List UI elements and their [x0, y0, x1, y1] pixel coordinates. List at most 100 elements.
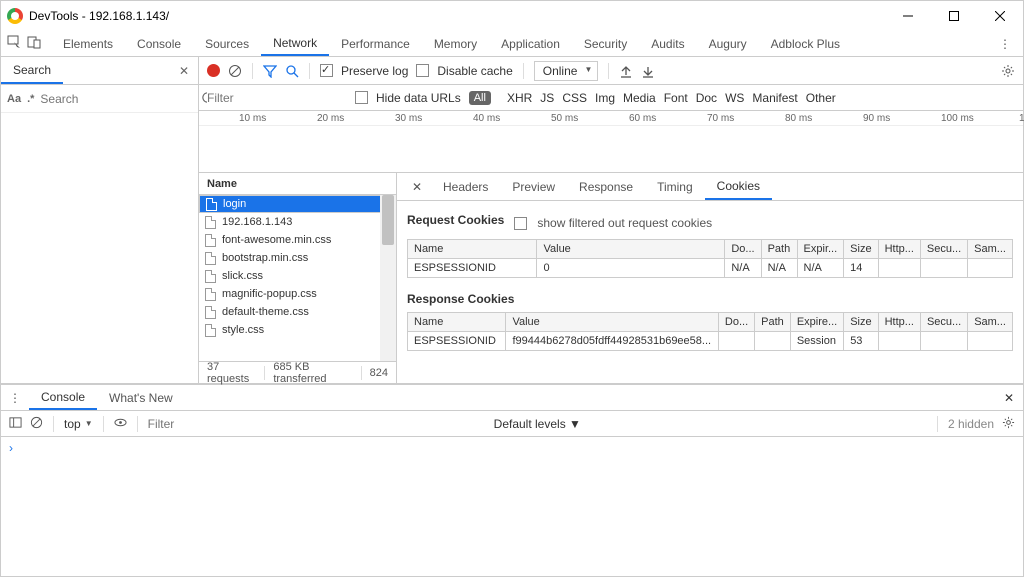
request-list-header[interactable]: Name — [199, 173, 396, 195]
minimize-button[interactable] — [885, 1, 931, 31]
table-header: Http... — [878, 240, 920, 259]
tab-network[interactable]: Network — [261, 31, 329, 56]
table-cell — [878, 259, 920, 278]
search-sidebar: Search ✕ Aa .* — [1, 57, 199, 383]
tab-memory[interactable]: Memory — [422, 31, 489, 56]
tab-adblock-plus[interactable]: Adblock Plus — [759, 31, 852, 56]
filter-type-font[interactable]: Font — [664, 91, 688, 105]
detail-tab-cookies[interactable]: Cookies — [705, 173, 772, 200]
hide-data-urls-checkbox[interactable] — [355, 91, 368, 104]
close-button[interactable] — [977, 1, 1023, 31]
table-header: Secu... — [920, 313, 967, 332]
inspect-icon[interactable] — [7, 35, 21, 52]
upload-har-icon[interactable] — [619, 64, 633, 78]
hidden-count: 2 hidden — [948, 417, 994, 431]
filter-type-doc[interactable]: Doc — [696, 91, 717, 105]
tab-application[interactable]: Application — [489, 31, 572, 56]
request-row[interactable]: default-theme.css — [199, 303, 396, 321]
drawer-menu-icon[interactable]: ⋮ — [1, 385, 29, 410]
request-name: bootstrap.min.css — [222, 252, 308, 264]
request-row[interactable]: magnific-popup.css — [199, 285, 396, 303]
detail-tab-response[interactable]: Response — [567, 173, 645, 200]
console-prompt-icon[interactable]: › — [9, 441, 13, 455]
filter-all[interactable]: All — [469, 91, 491, 105]
tab-console[interactable]: Console — [125, 31, 193, 56]
waterfall-timeline[interactable]: 10 ms20 ms30 ms40 ms50 ms60 ms70 ms80 ms… — [199, 111, 1023, 173]
console-settings-icon[interactable] — [1002, 416, 1015, 432]
tab-security[interactable]: Security — [572, 31, 639, 56]
filter-type-xhr[interactable]: XHR — [507, 91, 532, 105]
scrollbar[interactable] — [380, 195, 396, 361]
tab-elements[interactable]: Elements — [51, 31, 125, 56]
table-header: Sam... — [968, 313, 1013, 332]
filter-icon[interactable] — [263, 64, 277, 78]
table-header: Do... — [718, 313, 754, 332]
detail-tab-headers[interactable]: Headers — [431, 173, 500, 200]
request-row[interactable]: 192.168.1.143 — [199, 213, 396, 231]
table-row[interactable]: ESPSESSIONIDf99444b6278d05fdff44928531b6… — [408, 332, 1013, 351]
table-row[interactable]: ESPSESSIONID0N/AN/AN/A14 — [408, 259, 1013, 278]
settings-icon[interactable] — [1001, 64, 1015, 78]
table-header: Value — [537, 240, 725, 259]
disable-cache-checkbox[interactable] — [416, 64, 429, 77]
device-icon[interactable] — [27, 35, 41, 52]
close-drawer-icon[interactable]: ✕ — [995, 385, 1023, 410]
context-select[interactable]: top▼ — [64, 417, 93, 431]
search-input[interactable] — [40, 92, 195, 106]
request-name: 192.168.1.143 — [222, 216, 292, 228]
search-icon[interactable] — [285, 64, 299, 78]
table-cell — [878, 332, 920, 351]
request-row[interactable]: login — [199, 195, 396, 213]
filter-type-ws[interactable]: WS — [725, 91, 744, 105]
preserve-log-checkbox[interactable] — [320, 64, 333, 77]
preserve-log-label: Preserve log — [341, 64, 408, 78]
filter-type-css[interactable]: CSS — [562, 91, 587, 105]
log-levels-select[interactable]: Default levels ▼ — [494, 417, 581, 431]
drawer-tab-console[interactable]: Console — [29, 385, 97, 410]
maximize-button[interactable] — [931, 1, 977, 31]
request-row[interactable]: bootstrap.min.css — [199, 249, 396, 267]
filter-type-img[interactable]: Img — [595, 91, 615, 105]
throttling-select[interactable]: Online — [534, 61, 599, 81]
search-tab[interactable]: Search — [1, 57, 63, 84]
table-header: Secu... — [920, 240, 967, 259]
match-case-icon[interactable]: Aa — [7, 93, 21, 105]
close-detail-icon[interactable]: ✕ — [403, 173, 431, 200]
filter-input[interactable] — [207, 91, 347, 105]
filter-type-other[interactable]: Other — [806, 91, 836, 105]
detail-tab-preview[interactable]: Preview — [500, 173, 567, 200]
more-menu-icon[interactable]: ⋮ — [987, 31, 1023, 56]
filter-type-js[interactable]: JS — [540, 91, 554, 105]
timeline-tick: 10 ms — [239, 113, 266, 124]
console-sidebar-icon[interactable] — [9, 416, 22, 432]
download-har-icon[interactable] — [641, 64, 655, 78]
tab-augury[interactable]: Augury — [697, 31, 759, 56]
document-icon — [205, 252, 216, 265]
response-cookies-table: NameValueDo...PathExpire...SizeHttp...Se… — [407, 312, 1013, 351]
hide-data-urls-label: Hide data URLs — [376, 91, 461, 105]
drawer-tab-what-s-new[interactable]: What's New — [97, 385, 185, 410]
timeline-tick: 40 ms — [473, 113, 500, 124]
request-row[interactable]: style.css — [199, 321, 396, 339]
table-cell: 53 — [844, 332, 878, 351]
filter-type-media[interactable]: Media — [623, 91, 656, 105]
live-expression-icon[interactable] — [114, 416, 127, 432]
regex-icon[interactable]: .* — [27, 93, 34, 105]
clear-log-icon[interactable] — [228, 64, 242, 78]
table-header: Sam... — [968, 240, 1013, 259]
timeline-tick: 80 ms — [785, 113, 812, 124]
document-icon — [205, 288, 216, 301]
request-row[interactable]: slick.css — [199, 267, 396, 285]
show-filtered-checkbox[interactable] — [514, 217, 527, 230]
clear-console-icon[interactable] — [30, 416, 43, 432]
tab-performance[interactable]: Performance — [329, 31, 422, 56]
record-button[interactable] — [207, 64, 220, 77]
filter-type-manifest[interactable]: Manifest — [752, 91, 797, 105]
tab-audits[interactable]: Audits — [639, 31, 696, 56]
scrollbar-thumb[interactable] — [382, 195, 394, 245]
clear-search-icon[interactable]: ✕ — [170, 57, 198, 84]
detail-tab-timing[interactable]: Timing — [645, 173, 705, 200]
request-row[interactable]: font-awesome.min.css — [199, 231, 396, 249]
console-filter-input[interactable] — [148, 417, 486, 431]
tab-sources[interactable]: Sources — [193, 31, 261, 56]
